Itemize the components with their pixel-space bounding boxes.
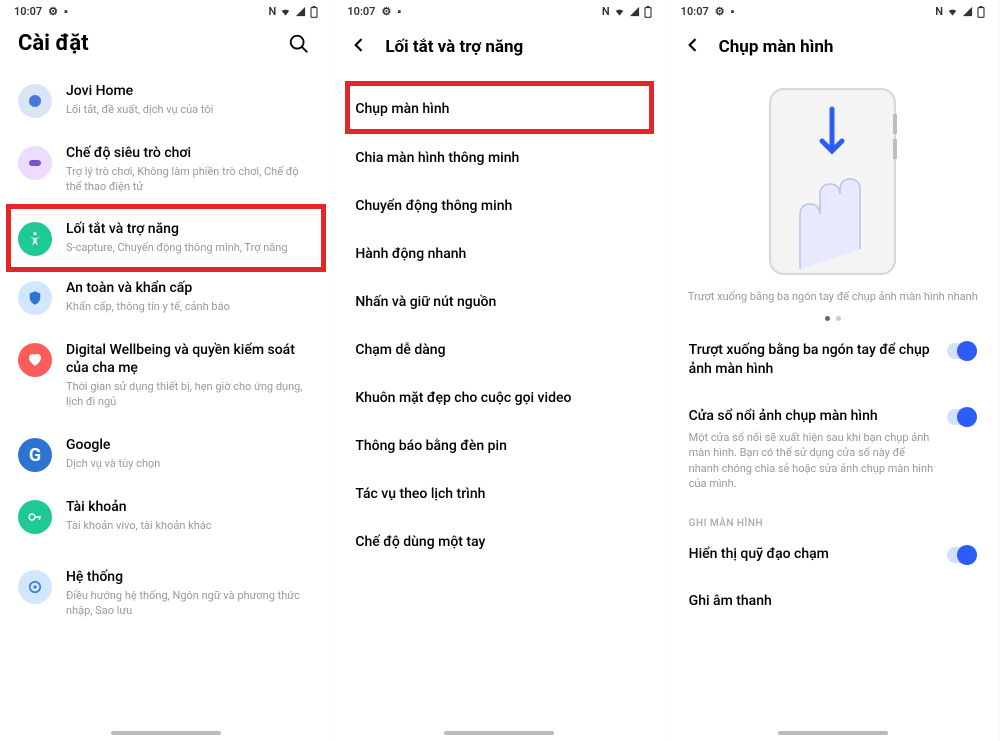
list-item-powerbutton[interactable]: Nhấn và giữ nút nguồn xyxy=(355,278,643,326)
settings-item-safety[interactable]: An toàn và khẩn cấpKhẩn cấp, thông tin y… xyxy=(18,267,314,329)
toggle-switch[interactable] xyxy=(947,343,977,359)
chevron-left-icon xyxy=(683,35,703,55)
page-header: Lối tắt và trợ năng xyxy=(333,21,665,69)
settings-item-game[interactable]: Chế độ siêu trò chơiTrợ lý trò chơi, Khô… xyxy=(18,132,314,209)
settings-list: Jovi HomeLối tắt, đề xuất, dịch vụ của t… xyxy=(0,70,332,633)
dot-2 xyxy=(836,316,841,321)
search-icon xyxy=(288,33,310,55)
list-item-screenshot[interactable]: Chụp màn hình xyxy=(345,81,653,134)
gesture-illustration xyxy=(667,69,999,285)
screen-screenshot: 10:07 ⚙ ▪ N Chụp màn hình Trượt xuống bằ… xyxy=(667,0,1000,741)
status-right-icons: N xyxy=(602,5,652,18)
gesture-caption: Trượt xuống bằng ba ngón tay để chụp ảnh… xyxy=(667,285,999,304)
battery-icon xyxy=(977,6,985,18)
wifi-icon xyxy=(614,6,625,17)
page-dots xyxy=(667,304,999,329)
shortcuts-list: Chụp màn hình Chia màn hình thông minh C… xyxy=(333,69,665,566)
status-time: 10:07 xyxy=(14,5,42,18)
toggle-switch[interactable] xyxy=(947,409,977,425)
settings-item-shortcuts[interactable]: Lối tắt và trợ năngS-capture, Chuyển độn… xyxy=(18,214,314,262)
signal-icon xyxy=(962,6,973,17)
toggles-list: Trượt xuống bằng ba ngón tay để chụp ảnh… xyxy=(667,329,999,614)
nav-bar[interactable] xyxy=(778,731,888,735)
status-app-icon: ▪ xyxy=(397,5,401,18)
nav-bar[interactable] xyxy=(444,731,554,735)
wellbeing-icon xyxy=(18,343,52,377)
statusbar: 10:07 ⚙ ▪ N xyxy=(333,0,665,21)
screen-shortcuts: 10:07 ⚙ ▪ N Lối tắt và trợ năng Chụp màn… xyxy=(333,0,666,741)
jovi-icon xyxy=(18,84,52,118)
toggle-three-finger[interactable]: Trượt xuống bằng ba ngón tay để chụp ảnh… xyxy=(689,329,977,395)
toggle-show-touch[interactable]: Hiển thị quỹ đạo chạm xyxy=(689,533,977,580)
battery-icon xyxy=(644,6,652,18)
status-gear-icon: ⚙ xyxy=(381,5,391,18)
chevron-left-icon xyxy=(349,35,369,55)
page-title: Lối tắt và trợ năng xyxy=(385,37,523,57)
status-right-icons: N xyxy=(269,5,319,18)
list-item-smartmotion[interactable]: Chuyển động thông minh xyxy=(355,182,643,230)
google-icon: G xyxy=(18,438,52,472)
settings-item-system[interactable]: Hệ thốngĐiều hướng hệ thống, Ngôn ngữ và… xyxy=(18,556,314,633)
status-right-icons: N xyxy=(935,5,985,18)
screen-settings: 10:07 ⚙ ▪ N Cài đặt Jovi HomeLối tắt, đề… xyxy=(0,0,333,741)
list-item-splitscreen[interactable]: Chia màn hình thông minh xyxy=(355,134,643,182)
statusbar: 10:07 ⚙ ▪ N xyxy=(667,0,999,21)
list-item-beautyface[interactable]: Khuôn mặt đẹp cho cuộc gọi video xyxy=(355,374,643,422)
statusbar: 10:07 ⚙ ▪ N xyxy=(0,0,332,21)
wifi-icon xyxy=(280,6,291,17)
section-label: GHI MÀN HÌNH xyxy=(689,504,977,533)
signal-icon xyxy=(295,6,306,17)
status-gear-icon: ⚙ xyxy=(48,5,58,18)
list-item-easytouch[interactable]: Chạm dễ dàng xyxy=(355,326,643,374)
system-icon xyxy=(18,570,52,604)
list-item-scheduled[interactable]: Tác vụ theo lịch trình xyxy=(355,470,643,518)
toggle-switch[interactable] xyxy=(947,547,977,563)
status-time: 10:07 xyxy=(347,5,375,18)
list-item-quickaction[interactable]: Hành động nhanh xyxy=(355,230,643,278)
settings-item-accounts[interactable]: Tài khoảnTài khoản vivo, tài khoản khác xyxy=(18,486,314,548)
status-time: 10:07 xyxy=(681,5,709,18)
back-button[interactable] xyxy=(349,35,369,59)
nav-bar[interactable] xyxy=(111,731,221,735)
status-gear-icon: ⚙ xyxy=(715,5,725,18)
accessibility-icon xyxy=(18,222,52,256)
list-item-flashnotify[interactable]: Thông báo bằng đèn pin xyxy=(355,422,643,470)
list-item-onehand[interactable]: Chế độ dùng một tay xyxy=(355,518,643,566)
key-icon xyxy=(18,500,52,534)
status-app-icon: ▪ xyxy=(731,5,735,18)
page-header: Chụp màn hình xyxy=(667,21,999,69)
settings-item-jovi[interactable]: Jovi HomeLối tắt, đề xuất, dịch vụ của t… xyxy=(18,70,314,132)
toggle-record-audio[interactable]: Ghi âm thanh xyxy=(689,580,977,615)
back-button[interactable] xyxy=(683,35,703,59)
status-app-icon: ▪ xyxy=(64,5,68,18)
settings-item-wellbeing[interactable]: Digital Wellbeing và quyền kiểm soát của… xyxy=(18,329,314,424)
toggle-floating-window[interactable]: Cửa sổ nổi ảnh chụp màn hìnhMột cửa sổ n… xyxy=(689,395,977,503)
safety-icon xyxy=(18,281,52,315)
page-title: Cài đặt xyxy=(0,21,107,70)
dot-1 xyxy=(825,316,830,321)
page-title: Chụp màn hình xyxy=(719,37,834,57)
battery-icon xyxy=(310,6,318,18)
wifi-icon xyxy=(947,6,958,17)
signal-icon xyxy=(629,6,640,17)
settings-item-google[interactable]: G GoogleDịch vụ và tùy chọn xyxy=(18,424,314,486)
search-button[interactable] xyxy=(288,33,332,59)
game-icon xyxy=(18,146,52,180)
